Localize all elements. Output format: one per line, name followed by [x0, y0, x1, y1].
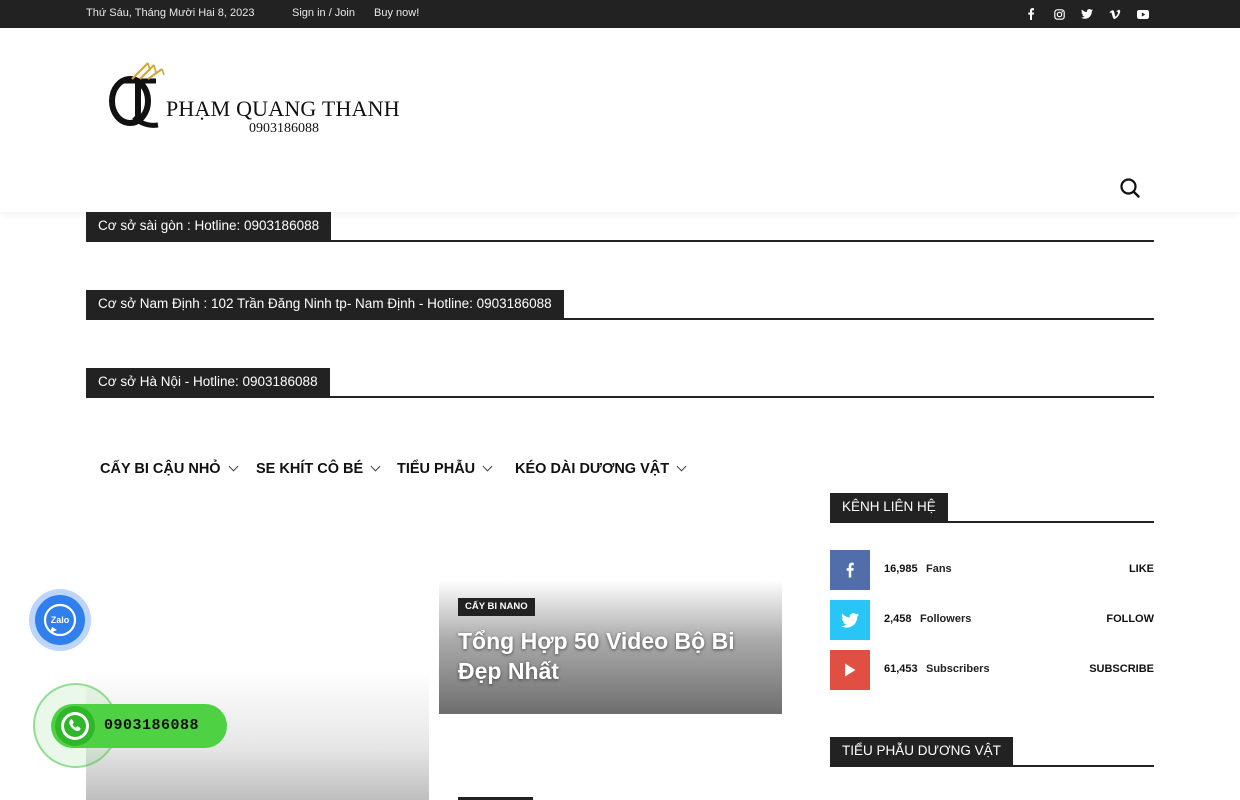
phone-icon: [55, 706, 95, 746]
chevron-down-icon: [676, 461, 687, 472]
zalo-chat-button[interactable]: Zalo: [29, 589, 91, 651]
follow-button[interactable]: FOLLOW: [1106, 613, 1154, 625]
site-logo[interactable]: PHẠM QUANG THANH 0903186088: [104, 61, 400, 136]
location-title: Cơ sở Hà Nội - Hotline: 0903186088: [86, 368, 330, 396]
twitter-icon[interactable]: [1077, 4, 1097, 24]
sidebar-contact-title: KÊNH LIÊN HỆ: [830, 493, 1154, 523]
location-block-namdinh: Cơ sở Nam Định : 102 Trần Đăng Ninh tp- …: [86, 290, 1154, 320]
vimeo-icon[interactable]: [1105, 4, 1125, 24]
social-counter-facebook: 16,985 Fans LIKE: [830, 550, 1154, 590]
site-header: PHẠM QUANG THANH 0903186088: [0, 28, 1240, 212]
category-tag[interactable]: CẤY BI NANO: [458, 598, 535, 616]
hotline-number: 0903186088: [104, 717, 200, 734]
chevron-down-icon: [482, 461, 493, 472]
fans-unit: Fans: [926, 563, 952, 575]
menu-item-label: TIỂU PHẪU: [397, 461, 476, 477]
facebook-icon[interactable]: [830, 550, 870, 590]
zalo-label: Zalo: [51, 615, 70, 625]
location-title: Cơ sở sài gòn : Hotline: 0903186088: [86, 212, 332, 240]
menu-item-tieu-phau[interactable]: TIỂU PHẪU: [397, 454, 493, 486]
facebook-icon[interactable]: [1021, 4, 1041, 24]
menu-item-label: SE KHÍT CÔ BÉ: [256, 461, 364, 477]
chevron-down-icon: [228, 461, 239, 472]
logo-name: PHẠM QUANG THANH: [166, 96, 400, 121]
location-block-saigon: Cơ sở sài gòn : Hotline: 0903186088: [86, 212, 1154, 242]
menu-item-cay-bi[interactable]: CẤY BI CẬU NHỎ: [100, 454, 239, 486]
subscribers-unit: Subscribers: [926, 663, 990, 675]
menu-item-keo-dai[interactable]: KÉO DÀI DƯƠNG VẬT: [515, 454, 687, 486]
sidebar-title-label: TIỂU PHẪU DƯƠNG VẬT: [830, 737, 1013, 765]
social-counter-youtube: 61,453 Subscribers SUBSCRIBE: [830, 650, 1154, 690]
fans-count: 16,985: [884, 563, 918, 575]
zalo-icon: Zalo: [35, 595, 85, 645]
chevron-down-icon: [370, 461, 381, 472]
post-title[interactable]: Tổng Hợp 50 Video Bộ Bi Đẹp Nhất: [458, 626, 758, 686]
subscribers-count: 61,453: [884, 663, 918, 675]
followers-count: 2,458: [884, 613, 912, 625]
youtube-icon[interactable]: [830, 650, 870, 690]
instagram-icon[interactable]: [1049, 4, 1069, 24]
menu-item-se-khit[interactable]: SE KHÍT CÔ BÉ: [256, 454, 381, 486]
signin-link[interactable]: Sign in / Join: [292, 7, 355, 19]
social-counter-twitter: 2,458 Followers FOLLOW: [830, 600, 1154, 640]
twitter-icon[interactable]: [830, 600, 870, 640]
buy-now-link[interactable]: Buy now!: [374, 7, 419, 19]
current-date: Thứ Sáu, Tháng Mười Hai 8, 2023: [86, 7, 255, 19]
sidebar-title-label: KÊNH LIÊN HỆ: [830, 493, 948, 521]
youtube-icon[interactable]: [1133, 4, 1153, 24]
followers-unit: Followers: [920, 613, 972, 625]
location-block-hanoi: Cơ sở Hà Nội - Hotline: 0903186088: [86, 368, 1154, 398]
logo-emblem: [109, 62, 165, 128]
subscribe-button[interactable]: SUBSCRIBE: [1089, 663, 1154, 675]
hotline-call-button[interactable]: 0903186088: [33, 683, 233, 768]
featured-card-right[interactable]: CẤY BI NANO Tổng Hợp 50 Video Bộ Bi Đẹp …: [439, 580, 782, 714]
like-button[interactable]: LIKE: [1129, 563, 1154, 575]
search-icon[interactable]: [1116, 174, 1144, 202]
logo-phone: 0903186088: [249, 121, 319, 136]
menu-item-label: KÉO DÀI DƯƠNG VẬT: [515, 461, 670, 477]
sidebar-surgery-title: TIỂU PHẪU DƯƠNG VẬT: [830, 737, 1154, 767]
top-bar: Thứ Sáu, Tháng Mười Hai 8, 2023 Sign in …: [0, 0, 1240, 28]
location-title: Cơ sở Nam Định : 102 Trần Đăng Ninh tp- …: [86, 290, 564, 318]
menu-item-label: CẤY BI CẬU NHỎ: [100, 461, 221, 477]
